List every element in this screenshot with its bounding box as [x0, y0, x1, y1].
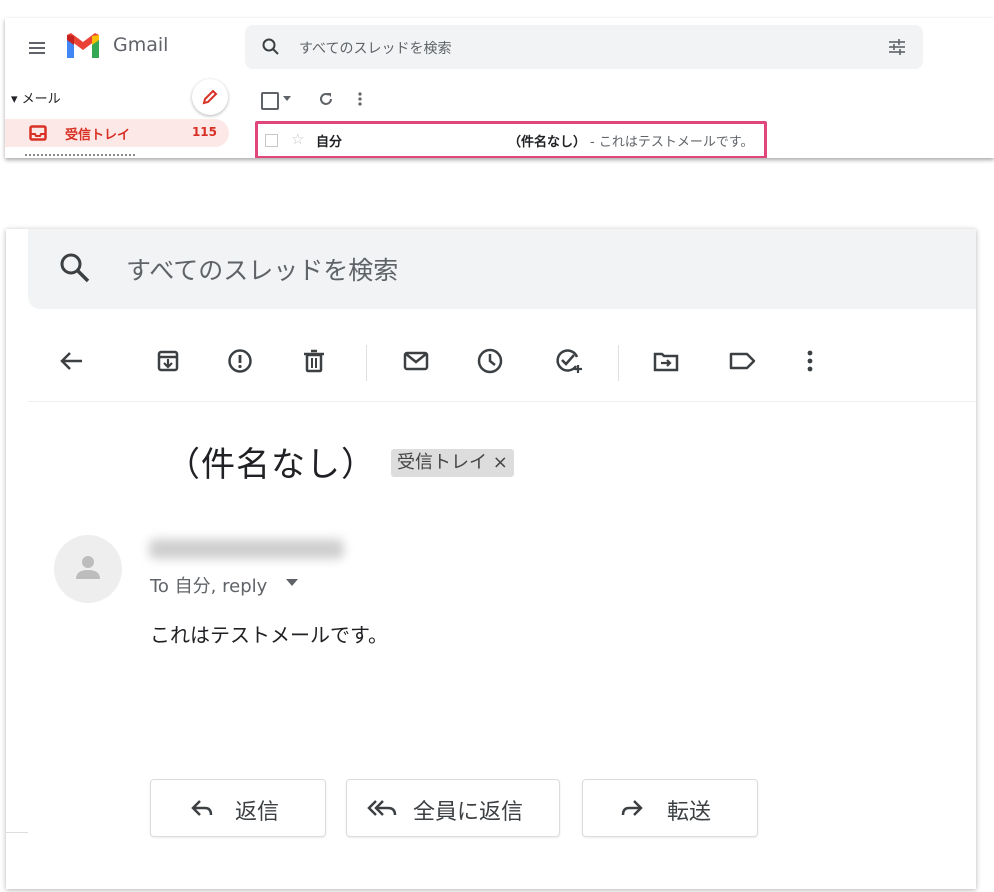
recipient-line: To 自分, reply [150, 576, 268, 597]
row-subject: （件名なし） [508, 135, 587, 150]
mail-list-row-highlighted[interactable]: ☆ 自分 （件名なし） - これはテストメールです。 [255, 121, 767, 158]
archive-icon[interactable] [152, 345, 184, 377]
avatar [54, 535, 122, 603]
chevron-down-icon[interactable] [283, 96, 291, 102]
tune-icon[interactable] [887, 37, 907, 57]
forward-button[interactable]: 転送 [582, 779, 758, 837]
inbox-list-panel: Gmail すべてのスレッドを検索 ▾ メール 受信トレイ 115 ☆ 自分 （… [5, 18, 994, 158]
row-snippet: - これはテストメールです。 [590, 135, 754, 150]
reply-all-icon [367, 796, 399, 820]
inbox-icon [29, 125, 47, 141]
gmail-logo[interactable] [65, 32, 101, 60]
mark-unread-icon[interactable] [400, 345, 432, 377]
reply-all-label: 全員に返信 [413, 800, 524, 825]
search-bar[interactable]: すべてのスレッドを検索 [245, 25, 923, 69]
add-task-icon[interactable] [552, 345, 584, 377]
sidebar-item-inbox[interactable]: 受信トレイ 115 [5, 119, 229, 147]
toolbar-divider [618, 345, 619, 381]
reply-all-button[interactable]: 全員に返信 [346, 779, 560, 837]
toolbar-divider [366, 345, 367, 381]
sidebar-item-label: 受信トレイ [65, 128, 131, 143]
snooze-icon[interactable] [474, 345, 506, 377]
reply-icon [189, 796, 215, 820]
more-vert-icon[interactable] [794, 345, 826, 377]
email-body: これはテストメールです。 [150, 623, 388, 647]
menu-icon[interactable] [27, 38, 47, 58]
delete-icon[interactable] [298, 345, 330, 377]
compose-button[interactable] [192, 79, 228, 115]
app-name: Gmail [113, 34, 169, 56]
forward-label: 転送 [667, 800, 712, 825]
select-all-checkbox[interactable] [261, 92, 279, 110]
email-subject: （件名なし） [166, 445, 376, 485]
star-icon[interactable]: ☆ [291, 130, 304, 148]
label-icon[interactable] [726, 345, 758, 377]
divider [6, 832, 28, 833]
inbox-label-chip[interactable]: 受信トレイ × [391, 449, 514, 477]
unread-count: 115 [191, 125, 217, 139]
mail-section-toggle[interactable]: ▾ メール [11, 88, 61, 107]
chevron-down-icon[interactable] [286, 579, 298, 587]
mail-detail-panel: すべてのスレッドを検索 （件名なし） 受信トレイ × To 自分, reply [6, 229, 976, 889]
search-icon[interactable] [58, 251, 92, 285]
reply-label: 返信 [235, 800, 280, 825]
pencil-icon [202, 89, 218, 105]
person-icon [76, 556, 100, 579]
refresh-icon[interactable] [317, 90, 335, 108]
reply-button[interactable]: 返信 [150, 779, 326, 837]
row-checkbox[interactable] [265, 134, 278, 147]
search-bar[interactable]: すべてのスレッドを検索 [28, 229, 976, 309]
search-icon[interactable] [261, 37, 281, 57]
back-arrow-icon[interactable] [56, 345, 88, 377]
forward-icon [619, 796, 645, 820]
move-to-icon[interactable] [650, 345, 682, 377]
row-sender: 自分 [316, 135, 343, 150]
sender-address-redacted [149, 539, 344, 559]
sidebar-next-item-cropped [25, 154, 135, 158]
search-input[interactable]: すべてのスレッドを検索 [126, 251, 398, 287]
more-vert-icon[interactable] [357, 90, 363, 108]
search-input[interactable]: すべてのスレッドを検索 [299, 38, 451, 58]
toolbar-divider-line [28, 401, 976, 402]
report-spam-icon[interactable] [224, 345, 256, 377]
